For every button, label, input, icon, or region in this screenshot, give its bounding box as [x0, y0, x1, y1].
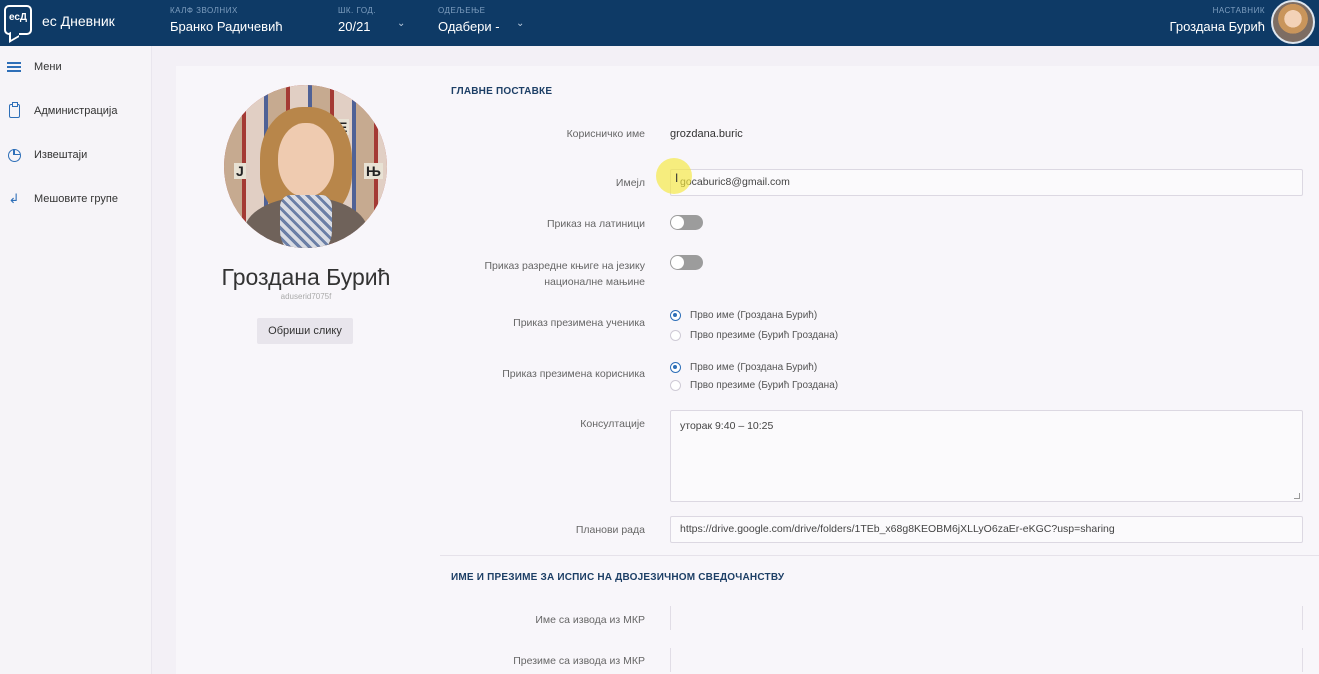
work-plans-field[interactable]: https://drive.google.com/drive/folders/1… [670, 516, 1303, 543]
sidebar-item-label: Администрација [34, 105, 118, 117]
sidebar: Мени Администрација Извештаји ↲ Мешовите… [0, 46, 152, 674]
latin-label: Приказ на латиници [546, 218, 645, 230]
menu-icon [6, 59, 22, 75]
last-name-mkr-label: Презиме са извода из МКР [513, 655, 645, 667]
minority-language-toggle[interactable] [670, 255, 703, 270]
resize-handle-icon[interactable] [1294, 493, 1300, 499]
user-menu[interactable]: НАСТАВНИК Гроздана Бурић [1170, 6, 1265, 34]
work-plans-label: Планови рада [575, 524, 645, 536]
minority-language-label-line1: Приказ разредне књиге на језику [484, 260, 645, 272]
sidebar-item-menu[interactable]: Мени [0, 52, 152, 82]
radio-icon[interactable] [670, 380, 681, 391]
cursor-highlight [656, 158, 692, 194]
consultations-textarea[interactable]: уторак 9:40 – 10:25 [670, 410, 1303, 502]
username-label: Корисничко име [566, 128, 645, 140]
radio-selected-icon[interactable] [670, 310, 681, 321]
profile-name: Гроздана Бурић [221, 264, 391, 290]
radio-label: Прво презиме (Бурић Гроздана) [690, 380, 839, 391]
first-name-mkr-label: Име са извода из МКР [535, 614, 645, 626]
radio-label: Прво име (Гроздана Бурић) [690, 310, 818, 321]
chevron-down-icon[interactable]: ⌄ [516, 18, 524, 29]
sidebar-item-label: Мешовите групе [34, 193, 119, 205]
groups-icon: ↲ [8, 191, 20, 206]
school-year-selector[interactable]: ШК. ГОД. 20/21 [338, 6, 376, 34]
sidebar-item-mixed-groups[interactable]: ↲ Мешовите групе [0, 184, 152, 214]
student-order-option-last-name[interactable]: Прво презиме (Бурић Гроздана) [670, 330, 838, 341]
radio-label: Прво име (Гроздана Бурић) [690, 362, 818, 373]
sidebar-item-label: Извештаји [34, 149, 88, 161]
school-value: Бранко Радичевић [170, 19, 283, 34]
user-order-label: Приказ презимена корисника [502, 368, 645, 380]
divider [440, 555, 1319, 556]
class-selector[interactable]: ОДЕЉЕЊЕ Одабери - [438, 6, 500, 34]
profile-photo[interactable]: Е J Њ [224, 85, 387, 248]
app-name[interactable]: ес Дневник [42, 13, 115, 29]
school-year-value: 20/21 [338, 19, 371, 34]
email-label: Имејл [615, 177, 645, 189]
top-bar: есД ес Дневник КАЛФ ЗВОЛНИХ Бранко Радич… [0, 0, 1319, 46]
role-label: НАСТАВНИК [1212, 6, 1265, 15]
minority-language-label-line2: националне мањине [544, 276, 645, 288]
section-title-bilingual: ИМЕ И ПРЕЗИМЕ ЗА ИСПИС НА ДВОЈЕЗИЧНОМ СВ… [451, 572, 785, 583]
minority-language-label: Приказ разредне књиге на језику национал… [425, 258, 645, 290]
delete-photo-button[interactable]: Обриши слику [257, 318, 353, 344]
school-label: КАЛФ ЗВОЛНИХ [170, 6, 238, 15]
email-field[interactable]: gocaburic8@gmail.com [670, 169, 1303, 196]
user-name: Гроздана Бурић [1169, 19, 1265, 34]
sidebar-item-label: Мени [34, 61, 62, 73]
consultations-value: уторак 9:40 – 10:25 [680, 420, 774, 432]
class-label: ОДЕЉЕЊЕ [438, 6, 486, 15]
sidebar-item-administration[interactable]: Администрација [0, 96, 152, 126]
app-logo-icon[interactable]: есД [4, 5, 32, 35]
section-title-main-settings: ГЛАВНЕ ПОСТАВКЕ [451, 86, 553, 97]
username-value: grozdana.buric [670, 128, 743, 140]
class-value: Одабери - [438, 19, 500, 34]
sidebar-item-reports[interactable]: Извештаји [0, 140, 152, 170]
avatar[interactable] [1271, 0, 1315, 44]
text-cursor-icon: I [675, 171, 679, 185]
radio-label: Прво презиме (Бурић Гроздана) [690, 330, 839, 341]
school-year-label: ШК. ГОД. [338, 6, 377, 15]
user-order-option-first-name[interactable]: Прво име (Гроздана Бурић) [670, 362, 817, 373]
last-name-mkr-field[interactable] [670, 648, 1303, 672]
user-order-option-last-name[interactable]: Прво презиме (Бурић Гроздана) [670, 380, 838, 391]
student-order-option-first-name[interactable]: Прво име (Гроздана Бурић) [670, 310, 817, 321]
clipboard-icon [6, 102, 22, 119]
profile-username-caption: aduserid7075f [280, 292, 332, 301]
radio-selected-icon[interactable] [670, 362, 681, 373]
radio-icon[interactable] [670, 330, 681, 341]
consultations-label: Консултације [580, 418, 645, 430]
pie-chart-icon [6, 147, 22, 163]
first-name-mkr-field[interactable] [670, 606, 1303, 630]
school-selector[interactable]: КАЛФ ЗВОЛНИХ Бранко Радичевић [170, 6, 283, 34]
student-order-label: Приказ презимена ученика [513, 317, 645, 329]
latin-toggle[interactable] [670, 215, 703, 230]
chevron-down-icon[interactable]: ⌄ [397, 18, 405, 29]
